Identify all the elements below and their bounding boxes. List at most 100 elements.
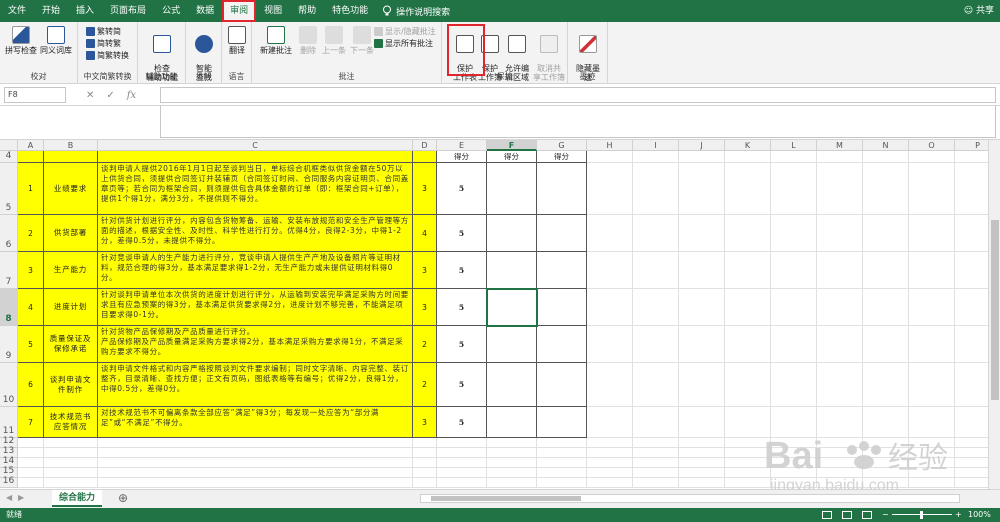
cell-empty[interactable] (44, 448, 98, 458)
cell-empty[interactable] (909, 215, 955, 252)
cell-empty[interactable] (537, 478, 587, 488)
cell-empty[interactable] (679, 363, 725, 407)
cell-score-e[interactable]: 5 (437, 252, 487, 289)
cell-max-score[interactable]: 3 (413, 252, 437, 289)
cell-score-e[interactable]: 5 (437, 163, 487, 215)
cell-empty[interactable] (413, 458, 437, 468)
cell-empty[interactable] (633, 448, 679, 458)
cell-i4[interactable] (633, 151, 679, 163)
cell-empty[interactable] (725, 252, 771, 289)
cell-criteria-text[interactable]: 对技术规范书不可偏离条款全部应答“满足”得3分；每发现一处应答为“部分满足”或“… (98, 407, 413, 438)
delete-comment-button[interactable]: 删除 (296, 26, 320, 55)
cell-item-name[interactable]: 生产能力 (44, 252, 98, 289)
cell-empty[interactable] (633, 163, 679, 215)
cell-empty[interactable] (18, 438, 44, 448)
cell-score-g[interactable] (537, 407, 587, 438)
cell-empty[interactable] (909, 289, 955, 326)
cell-score-e[interactable]: 5 (437, 363, 487, 407)
column-header-j[interactable]: J (679, 140, 725, 151)
cell-empty[interactable] (537, 458, 587, 468)
cell-empty[interactable] (725, 289, 771, 326)
cell-empty[interactable] (955, 163, 988, 215)
next-sheet-icon[interactable]: ▶ (18, 493, 24, 502)
cell-score-e[interactable]: 5 (437, 215, 487, 252)
cell-empty[interactable] (679, 458, 725, 468)
row-header-8[interactable]: 8 (0, 289, 18, 326)
cell-empty[interactable] (679, 448, 725, 458)
cell-empty[interactable] (679, 289, 725, 326)
scrollbar-thumb[interactable] (991, 220, 999, 400)
cell-item-name[interactable]: 技术规范书应答情况 (44, 407, 98, 438)
cell-empty[interactable] (587, 438, 633, 448)
cell-empty[interactable] (725, 163, 771, 215)
cell-empty[interactable] (487, 458, 537, 468)
zoom-out-icon[interactable]: − (882, 508, 889, 522)
cell-empty[interactable] (587, 215, 633, 252)
sheet-tab-active[interactable]: 综合能力 (52, 490, 103, 507)
cell-empty[interactable] (955, 363, 988, 407)
cell-empty[interactable] (633, 438, 679, 448)
cell-empty[interactable] (587, 468, 633, 478)
cell-empty[interactable] (725, 363, 771, 407)
cell-empty[interactable] (955, 215, 988, 252)
cell-empty[interactable] (587, 478, 633, 488)
column-header-p[interactable]: P (955, 140, 988, 151)
cell-item-name[interactable]: 供货部署 (44, 215, 98, 252)
row-header-7[interactable]: 7 (0, 252, 18, 289)
cell-score-g[interactable] (537, 289, 587, 326)
cell-item-name[interactable]: 业绩要求 (44, 163, 98, 215)
cell-empty[interactable] (587, 326, 633, 363)
cell-criteria-text[interactable]: 谈判申请人提供2016年1月1日起至谈判当日，单标综合机框类似供货金额在50万以… (98, 163, 413, 215)
cell-score-f[interactable] (487, 363, 537, 407)
cell-empty[interactable] (537, 448, 587, 458)
cell-criteria-text[interactable]: 针对竞谈申请人的生产能力进行评分，竞谈申请人提供生产产地及设备照片等证明材料，规… (98, 252, 413, 289)
cell-empty[interactable] (98, 478, 413, 488)
cell-empty[interactable] (44, 438, 98, 448)
column-header-g[interactable]: G (537, 140, 587, 151)
cell-empty[interactable] (44, 468, 98, 478)
row-header-11[interactable]: 11 (0, 407, 18, 438)
tab-help[interactable]: 帮助 (290, 0, 324, 22)
column-header-o[interactable]: O (909, 140, 955, 151)
cell-empty[interactable] (817, 163, 863, 215)
cell-empty[interactable] (817, 326, 863, 363)
cell-empty[interactable] (679, 163, 725, 215)
prev-sheet-icon[interactable]: ◀ (6, 493, 12, 502)
column-header-n[interactable]: N (863, 140, 909, 151)
cell-score-e[interactable]: 5 (437, 407, 487, 438)
show-all-comments-button[interactable]: 显示所有批注 (374, 38, 433, 49)
cell-empty[interactable] (487, 468, 537, 478)
cell-empty[interactable] (587, 163, 633, 215)
cell-max-score[interactable]: 2 (413, 326, 437, 363)
cell-empty[interactable] (537, 468, 587, 478)
cell-a4[interactable] (18, 151, 44, 163)
cell-index[interactable]: 2 (18, 215, 44, 252)
cell-index[interactable]: 6 (18, 363, 44, 407)
confirm-icon[interactable]: ✓ (106, 90, 114, 101)
cell-f4[interactable]: 得分 (487, 151, 537, 163)
cell-empty[interactable] (633, 326, 679, 363)
translate-button[interactable]: 翻译 (224, 26, 250, 55)
cell-index[interactable]: 7 (18, 407, 44, 438)
cell-item-name[interactable]: 谈判申请文件制作 (44, 363, 98, 407)
cell-criteria-text[interactable]: 针对供货计划进行评分，内容包含货物筹备、运输、安装布放规范和安全生产管理等方面的… (98, 215, 413, 252)
column-header-h[interactable]: H (587, 140, 633, 151)
cell-empty[interactable] (909, 326, 955, 363)
cell-max-score[interactable]: 3 (413, 407, 437, 438)
cell-empty[interactable] (863, 163, 909, 215)
cell-empty[interactable] (587, 252, 633, 289)
cell-empty[interactable] (863, 252, 909, 289)
cell-empty[interactable] (44, 458, 98, 468)
cell-score-f[interactable] (487, 326, 537, 363)
cell-empty[interactable] (771, 215, 817, 252)
fx-icon[interactable]: fx (127, 90, 136, 101)
cell-empty[interactable] (587, 407, 633, 438)
cell-empty[interactable] (633, 407, 679, 438)
cell-empty[interactable] (537, 438, 587, 448)
cell-empty[interactable] (587, 458, 633, 468)
tab-view[interactable]: 视图 (256, 0, 290, 22)
cell-score-g[interactable] (537, 363, 587, 407)
row-header-5[interactable]: 5 (0, 163, 18, 215)
cell-empty[interactable] (98, 438, 413, 448)
cell-empty[interactable] (863, 215, 909, 252)
